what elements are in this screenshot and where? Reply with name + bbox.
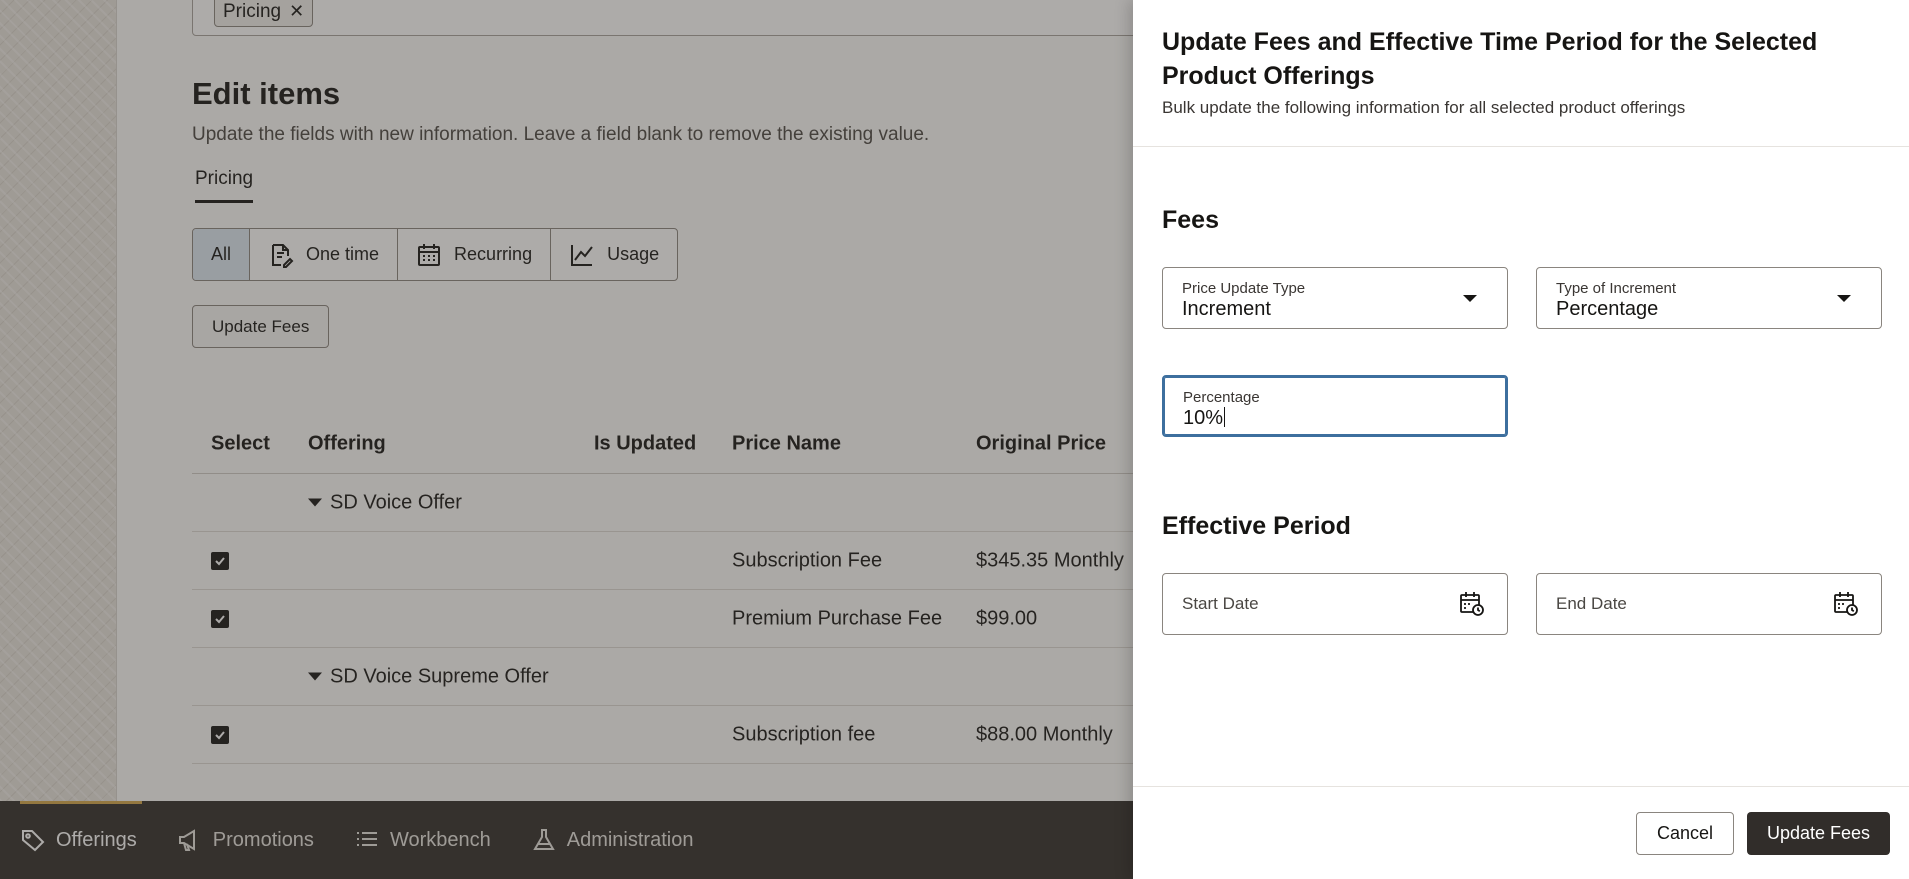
percentage-label: Percentage <box>1183 389 1260 406</box>
type-of-increment-label: Type of Increment <box>1556 280 1677 297</box>
price-update-type-label: Price Update Type <box>1182 280 1306 297</box>
percentage-value: 10% <box>1183 407 1224 429</box>
effective-period-section-title: Effective Period <box>1162 512 1351 540</box>
drawer-subtitle: Bulk update the following information fo… <box>1162 98 1686 117</box>
start-date-placeholder: Start Date <box>1182 594 1259 613</box>
start-date-input[interactable]: Start Date <box>1162 573 1508 635</box>
calendar-clock-icon[interactable] <box>1459 591 1485 617</box>
fees-section-title: Fees <box>1162 206 1219 234</box>
submit-update-fees-button[interactable]: Update Fees <box>1747 812 1891 855</box>
cancel-button[interactable]: Cancel <box>1636 812 1735 855</box>
end-date-input[interactable]: End Date <box>1536 573 1882 635</box>
end-date-placeholder: End Date <box>1556 594 1627 613</box>
type-of-increment-select[interactable]: Type of Increment Percentage <box>1536 267 1882 329</box>
type-of-increment-value: Percentage <box>1556 298 1659 320</box>
calendar-clock-icon[interactable] <box>1833 591 1859 617</box>
chevron-down-icon <box>1837 295 1851 302</box>
update-fees-drawer: Update Fees and Effective Time Period fo… <box>1133 0 1909 879</box>
text-cursor <box>1224 407 1226 427</box>
chevron-down-icon <box>1463 295 1477 302</box>
percentage-input[interactable]: Percentage 10% <box>1162 375 1508 437</box>
modal-scrim[interactable] <box>0 0 1133 879</box>
price-update-type-select[interactable]: Price Update Type Increment <box>1162 267 1508 329</box>
price-update-type-value: Increment <box>1182 298 1271 320</box>
drawer-title: Update Fees and Effective Time Period fo… <box>1162 28 1818 90</box>
drawer-footer: Cancel Update Fees <box>1133 786 1909 879</box>
percentage-value-wrap: 10% <box>1183 407 1226 430</box>
drawer-header: Update Fees and Effective Time Period fo… <box>1133 0 1909 147</box>
